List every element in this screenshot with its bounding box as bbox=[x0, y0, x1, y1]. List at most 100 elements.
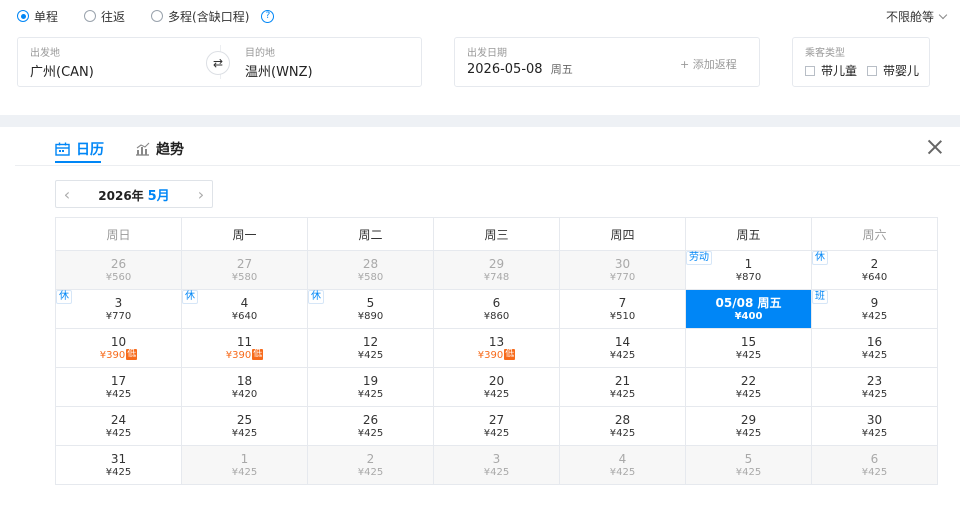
holiday-tag: 班 bbox=[812, 290, 828, 304]
calendar-day-cell[interactable]: 31 ¥425 bbox=[55, 445, 182, 485]
calendar-day-cell[interactable]: 17 ¥425 bbox=[55, 367, 182, 407]
day-price-row: ¥425 bbox=[56, 388, 181, 401]
day-price: ¥425 bbox=[483, 466, 510, 478]
trip-type-round-trip[interactable]: 往返 bbox=[84, 8, 125, 25]
calendar-day-cell[interactable]: 13 ¥390 低 bbox=[433, 328, 560, 368]
calendar-day-cell[interactable]: 15 ¥425 bbox=[685, 328, 812, 368]
calendar-day-cell[interactable]: 30 ¥425 bbox=[811, 406, 938, 446]
day-number: 20 bbox=[488, 373, 505, 388]
calendar-day-cell[interactable]: 22 ¥425 bbox=[685, 367, 812, 407]
calendar-day-cell[interactable]: 休 2 ¥640 bbox=[811, 250, 938, 290]
calendar-day-cell[interactable]: 休 5 ¥890 bbox=[307, 289, 434, 329]
calendar-day-cell[interactable]: 29 ¥425 bbox=[685, 406, 812, 446]
day-price-row: ¥425 bbox=[812, 349, 937, 362]
tab-calendar[interactable]: 日历 bbox=[55, 139, 104, 159]
destination-input[interactable]: 温州(WNZ) bbox=[245, 61, 313, 80]
day-number: 24 bbox=[110, 412, 127, 427]
calendar-day-cell[interactable]: 4 ¥425 bbox=[559, 445, 686, 485]
day-price-row: ¥748 bbox=[434, 271, 559, 284]
day-price-row: ¥425 bbox=[434, 466, 559, 479]
calendar-day-cell[interactable]: 16 ¥425 bbox=[811, 328, 938, 368]
cabin-class-label: 不限舱等 bbox=[885, 10, 934, 24]
trip-type-multi-city[interactable]: 多程(含缺口程) bbox=[151, 8, 249, 25]
close-icon[interactable] bbox=[926, 138, 944, 156]
trip-type-one-way[interactable]: 单程 bbox=[17, 8, 58, 25]
month-number: 5月 bbox=[147, 188, 170, 204]
section-divider bbox=[0, 115, 960, 127]
cabin-class-dropdown[interactable]: 不限舱等 bbox=[885, 8, 948, 25]
add-return-button[interactable]: + 添加返程 bbox=[680, 56, 737, 72]
month-year: 2026年 bbox=[98, 188, 144, 203]
active-tab-indicator bbox=[55, 161, 101, 163]
calendar-day-cell[interactable]: 19 ¥425 bbox=[307, 367, 434, 407]
day-number: 5 bbox=[744, 451, 753, 466]
prev-month-button[interactable]: ‹ bbox=[56, 181, 78, 207]
calendar-day-cell[interactable]: 7 ¥510 bbox=[559, 289, 686, 329]
help-icon[interactable]: ? bbox=[261, 9, 275, 23]
swap-icon[interactable]: ⇄ bbox=[206, 51, 230, 75]
calendar-day-cell[interactable]: 20 ¥425 bbox=[433, 367, 560, 407]
calendar-day-cell[interactable]: 6 ¥425 bbox=[811, 445, 938, 485]
calendar-day-cell[interactable]: 21 ¥425 bbox=[559, 367, 686, 407]
calendar-day-cell[interactable]: 5 ¥425 bbox=[685, 445, 812, 485]
calendar-day-cell[interactable]: 28 ¥580 bbox=[307, 250, 434, 290]
calendar-day-cell[interactable]: 27 ¥580 bbox=[181, 250, 308, 290]
calendar-day-cell[interactable]: 2 ¥425 bbox=[307, 445, 434, 485]
day-price: ¥425 bbox=[105, 388, 132, 400]
tab-separator bbox=[15, 165, 960, 166]
origin-input[interactable]: 广州(CAN) bbox=[30, 61, 94, 80]
calendar-day-cell[interactable]: 劳动 1 ¥870 bbox=[685, 250, 812, 290]
day-price-row: ¥640 bbox=[812, 271, 937, 284]
calendar-day-cell[interactable]: 27 ¥425 bbox=[433, 406, 560, 446]
calendar-day-cell[interactable]: 18 ¥420 bbox=[181, 367, 308, 407]
day-price: ¥580 bbox=[357, 271, 384, 283]
calendar-day-cell[interactable]: 10 ¥390 低 bbox=[55, 328, 182, 368]
calendar-day-cell[interactable]: 休 3 ¥770 bbox=[55, 289, 182, 329]
destination-label: 目的地 bbox=[245, 48, 275, 59]
day-number: 5 bbox=[366, 295, 375, 310]
day-price: ¥425 bbox=[609, 388, 636, 400]
day-number: 05/08 周五 bbox=[715, 295, 782, 310]
with-child-checkbox[interactable]: 带儿童 bbox=[805, 62, 857, 79]
day-number: 4 bbox=[618, 451, 627, 466]
day-price: ¥770 bbox=[609, 271, 636, 283]
tab-trend[interactable]: 趋势 bbox=[135, 139, 184, 159]
next-month-button[interactable]: › bbox=[190, 181, 212, 207]
calendar-day-cell[interactable]: 3 ¥425 bbox=[433, 445, 560, 485]
day-number: 9 bbox=[870, 295, 879, 310]
calendar-icon bbox=[55, 142, 70, 156]
depart-weekday: 周五 bbox=[550, 63, 573, 76]
calendar-day-cell[interactable]: 11 ¥390 低 bbox=[181, 328, 308, 368]
day-price-row: ¥425 bbox=[182, 427, 307, 440]
day-number: 18 bbox=[236, 373, 253, 388]
day-price: ¥425 bbox=[861, 310, 888, 322]
calendar-day-cell[interactable]: 26 ¥425 bbox=[307, 406, 434, 446]
with-infant-checkbox[interactable]: 带婴儿 bbox=[867, 62, 919, 79]
tab-trend-label: 趋势 bbox=[156, 142, 184, 158]
calendar-day-cell[interactable]: 14 ¥425 bbox=[559, 328, 686, 368]
calendar-day-cell[interactable]: 28 ¥425 bbox=[559, 406, 686, 446]
calendar-day-cell[interactable]: 休 4 ¥640 bbox=[181, 289, 308, 329]
day-price-row: ¥425 bbox=[812, 388, 937, 401]
day-number: 15 bbox=[740, 334, 757, 349]
calendar-day-cell[interactable]: 26 ¥560 bbox=[55, 250, 182, 290]
calendar-day-cell[interactable]: 29 ¥748 bbox=[433, 250, 560, 290]
day-price-row: ¥425 bbox=[560, 466, 685, 479]
day-number: 16 bbox=[866, 334, 883, 349]
day-price: ¥890 bbox=[357, 310, 384, 322]
calendar-day-cell[interactable]: 12 ¥425 bbox=[307, 328, 434, 368]
calendar-day-cell[interactable]: 24 ¥425 bbox=[55, 406, 182, 446]
day-price: ¥425 bbox=[861, 427, 888, 439]
depart-date-input[interactable]: 2026-05-08 周五 bbox=[467, 61, 573, 77]
day-price: ¥425 bbox=[861, 388, 888, 400]
day-number: 2 bbox=[870, 256, 879, 271]
day-price-row: ¥425 bbox=[686, 388, 811, 401]
calendar-day-cell[interactable]: 25 ¥425 bbox=[181, 406, 308, 446]
calendar-day-cell[interactable]: 6 ¥860 bbox=[433, 289, 560, 329]
calendar-day-cell[interactable]: 1 ¥425 bbox=[181, 445, 308, 485]
calendar-day-cell[interactable]: 23 ¥425 bbox=[811, 367, 938, 407]
calendar-day-cell[interactable]: 05/08 周五 ¥400 bbox=[685, 289, 812, 329]
calendar-day-cell[interactable]: 30 ¥770 bbox=[559, 250, 686, 290]
depart-date-value: 2026-05-08 bbox=[467, 62, 543, 77]
calendar-day-cell[interactable]: 班 9 ¥425 bbox=[811, 289, 938, 329]
